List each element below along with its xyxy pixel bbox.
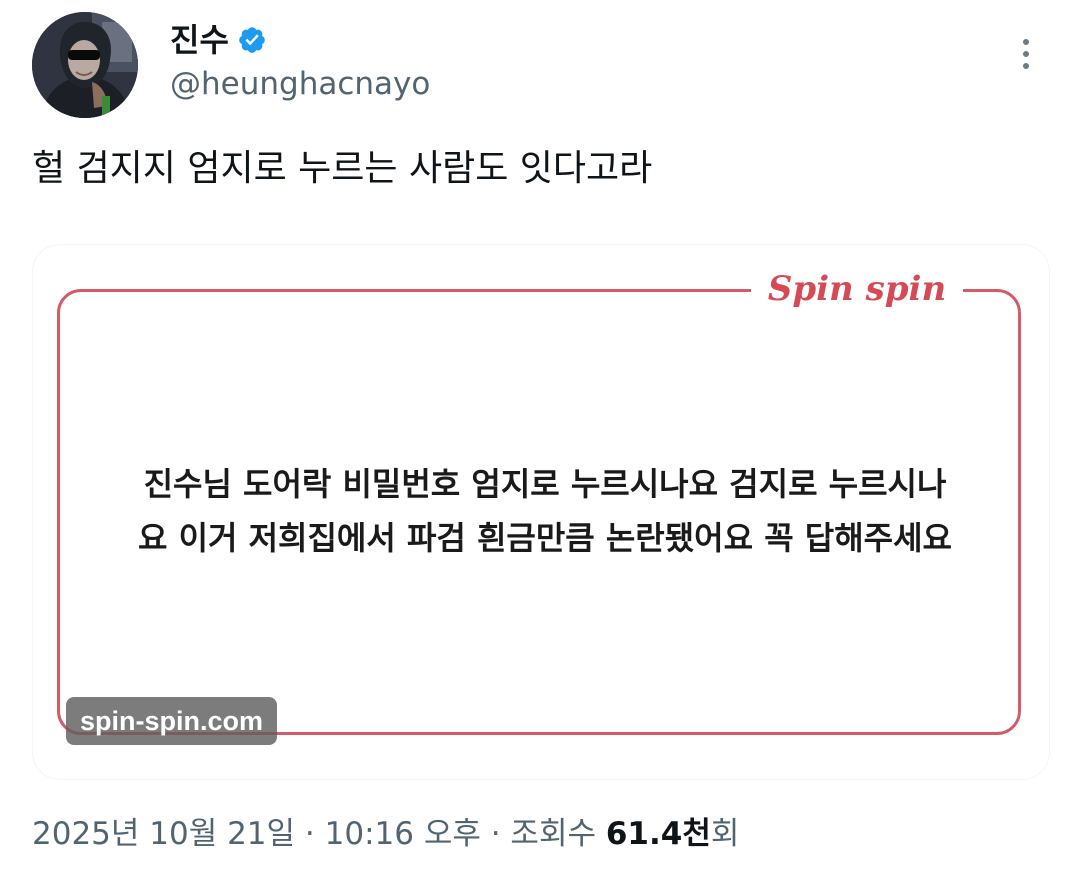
meta-separator: · <box>295 816 325 852</box>
avatar[interactable] <box>32 12 138 118</box>
author-handle[interactable]: @heunghacnayo <box>170 66 430 103</box>
verified-badge-icon <box>239 27 265 53</box>
tweet-time[interactable]: 10:16 오후 <box>325 814 481 854</box>
views-suffix: 회 <box>710 816 740 852</box>
meta-separator: · <box>480 816 511 852</box>
more-vertical-icon-dot <box>1023 63 1029 69</box>
tweet-meta: 2025년 10월 21일 · 10:16 오후 · 조회수 61.4천 회 <box>32 814 739 854</box>
more-vertical-icon-dot <box>1023 39 1029 45</box>
tweet-date[interactable]: 2025년 10월 21일 <box>32 814 295 854</box>
tweet-text: 헐 검지지 엄지로 누르는 사람도 잇다고라 <box>32 148 653 189</box>
spin-spin-logo: Spin spin <box>767 269 947 309</box>
display-name[interactable]: 진수 <box>170 24 229 56</box>
more-options-button[interactable] <box>1010 34 1042 74</box>
quote-line-1: 진수님 도어락 비밀번호 엄지로 누르시나요 검지로 누르시나 <box>143 465 947 503</box>
image-quote-text: 진수님 도어락 비밀번호 엄지로 누르시나요 검지로 누르시나 요 이거 저희집… <box>93 457 997 565</box>
more-vertical-icon-dot <box>1023 51 1029 57</box>
views-label: 조회수 <box>510 816 606 852</box>
quote-line-2: 요 이거 저희집에서 파검 흰금만큼 논란됐어요 꼭 답해주세요 <box>138 519 952 557</box>
views-count: 61.4천 <box>605 816 711 852</box>
person-with-sunglasses-avatar-icon <box>32 12 138 118</box>
media-image[interactable]: Spin spin 진수님 도어락 비밀번호 엄지로 누르시나요 검지로 누르시… <box>32 244 1050 780</box>
watermark: spin-spin.com <box>66 697 278 745</box>
author-name-row[interactable]: 진수 <box>170 18 267 62</box>
